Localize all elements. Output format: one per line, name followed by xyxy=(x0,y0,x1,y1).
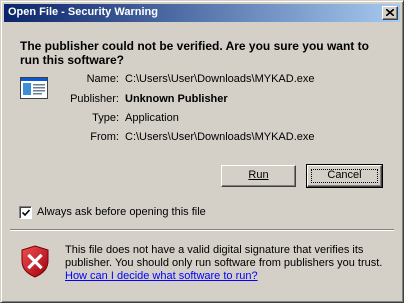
cancel-button-label: Cancel xyxy=(327,169,362,181)
title-bar[interactable]: Open File - Security Warning xyxy=(4,4,400,22)
checkmark-icon xyxy=(22,209,30,217)
run-button[interactable]: Run xyxy=(221,165,296,187)
window-title: Open File - Security Warning xyxy=(8,6,158,18)
help-link[interactable]: How can I decide what software to run? xyxy=(65,270,258,282)
type-label: Type: xyxy=(92,112,119,124)
name-value: C:\Users\User\Downloads\MYKAD.exe xyxy=(125,73,315,85)
name-label: Name: xyxy=(86,73,119,85)
security-warning-dialog: Open File - Security Warning The publish… xyxy=(0,0,404,303)
from-label: From: xyxy=(90,131,119,143)
separator xyxy=(10,229,394,231)
from-value: C:\Users\User\Downloads\MYKAD.exe xyxy=(125,131,315,143)
shield-warning-icon xyxy=(21,245,49,278)
cancel-button[interactable]: Cancel xyxy=(306,164,383,188)
close-button[interactable] xyxy=(382,6,398,20)
warning-message-text: This file does not have a valid digital … xyxy=(65,244,383,269)
always-ask-checkbox[interactable] xyxy=(19,206,32,219)
warning-message: This file does not have a valid digital … xyxy=(65,244,385,283)
publisher-value: Unknown Publisher xyxy=(125,93,228,105)
run-button-label: Run xyxy=(248,169,269,181)
type-value: Application xyxy=(125,112,179,124)
close-icon xyxy=(386,9,394,16)
publisher-label: Publisher: xyxy=(70,93,119,105)
always-ask-label[interactable]: Always ask before opening this file xyxy=(37,206,206,218)
warning-headline: The publisher could not be verified. Are… xyxy=(20,39,369,67)
